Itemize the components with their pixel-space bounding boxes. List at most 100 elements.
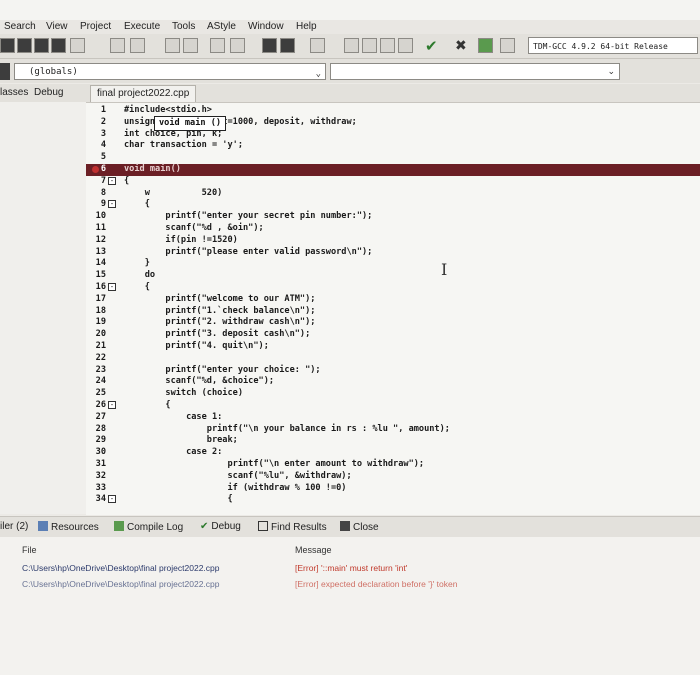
fold-toggle-icon[interactable]: -: [108, 176, 116, 185]
fold-toggle-icon[interactable]: -: [108, 495, 116, 504]
line-number: 30: [95, 447, 106, 458]
code-text: printf("welcome to our ATM");: [124, 293, 316, 304]
toggle-comment-icon[interactable]: [310, 38, 325, 53]
code-line[interactable]: 17 printf("welcome to our ATM");: [86, 294, 700, 306]
tab-final-project[interactable]: final project2022.cpp: [90, 85, 197, 102]
menu-tools[interactable]: Tools: [172, 21, 195, 32]
indent-icon[interactable]: [210, 38, 225, 53]
unindent-icon[interactable]: [230, 38, 245, 53]
rebuild-icon[interactable]: [398, 38, 413, 53]
code-line[interactable]: 10 printf("enter your secret pin number:…: [86, 211, 700, 223]
code-text: {: [124, 400, 171, 410]
tab-debug[interactable]: Debug: [34, 87, 63, 98]
compile-icon[interactable]: [344, 38, 359, 53]
code-line[interactable]: 7-{: [86, 176, 700, 188]
code-line[interactable]: 9- {: [86, 199, 700, 211]
tab-find-results[interactable]: Find Results: [258, 521, 327, 533]
close-panel-button[interactable]: Close: [340, 521, 379, 533]
code-editor[interactable]: 1 #include<stdio.h> 2 unsigned long amount=…: [86, 103, 700, 515]
compiler-messages: File Message C:\Users\hp\OneDrive\Deskto…: [0, 537, 700, 675]
error-message-2[interactable]: [Error] expected declaration before '}' …: [295, 579, 457, 589]
error-message-1[interactable]: [Error] '::main' must return 'int': [295, 563, 407, 573]
code-text: char transaction = 'y';: [124, 140, 243, 151]
code-line[interactable]: 27 case 1:: [86, 412, 700, 424]
stop-icon[interactable]: ✖: [455, 37, 467, 54]
code-line[interactable]: 26- {: [86, 400, 700, 412]
code-text: printf("2. withdraw cash\n");: [124, 317, 316, 328]
code-text: printf("enter your secret pin number:");: [124, 211, 373, 222]
tab-resources[interactable]: Resources: [38, 521, 99, 533]
code-line[interactable]: 5: [86, 152, 700, 164]
line-number: 28: [95, 423, 106, 434]
code-line[interactable]: 13 printf("please enter valid password\n…: [86, 247, 700, 259]
code-line[interactable]: 28 printf("\n your balance in rs : %lu "…: [86, 424, 700, 436]
code-line[interactable]: 14 }: [86, 258, 700, 270]
tab-compiler[interactable]: iler (2): [0, 521, 28, 532]
code-line[interactable]: 11 scanf("%d , &oin");: [86, 223, 700, 235]
error-file-1[interactable]: C:\Users\hp\OneDrive\Desktop\final proje…: [22, 563, 219, 573]
replace-icon[interactable]: [183, 38, 198, 53]
code-line[interactable]: 6 void main(): [86, 164, 700, 176]
redo-icon[interactable]: [130, 38, 145, 53]
check-icon[interactable]: ✔: [425, 37, 438, 55]
bookmark-icon[interactable]: [262, 38, 277, 53]
error-file-2[interactable]: C:\Users\hp\OneDrive\Desktop\final proje…: [22, 579, 219, 589]
code-line[interactable]: 25 switch (choice): [86, 388, 700, 400]
code-line[interactable]: 30 case 2:: [86, 447, 700, 459]
code-line[interactable]: 33 if (withdraw % 100 !=0): [86, 483, 700, 495]
find-icon[interactable]: [165, 38, 180, 53]
menu-view[interactable]: View: [46, 21, 68, 32]
code-line[interactable]: 4 char transaction = 'y';: [86, 140, 700, 152]
code-line[interactable]: 12 if(pin !=1520): [86, 235, 700, 247]
menu-search[interactable]: Search: [4, 21, 36, 32]
menu-execute[interactable]: Execute: [124, 21, 160, 32]
compile-run-icon[interactable]: [380, 38, 395, 53]
function-select[interactable]: ⌄: [330, 63, 620, 80]
scope-select[interactable]: (globals) ⌄: [14, 63, 326, 80]
code-line[interactable]: 32 scanf("%lu", &withdraw);: [86, 471, 700, 483]
line-number: 2: [100, 116, 106, 127]
code-line[interactable]: 20 printf("3. deposit cash\n");: [86, 329, 700, 341]
tab-compile-log[interactable]: Compile Log: [114, 521, 183, 533]
undo-icon[interactable]: [110, 38, 125, 53]
code-text: w 520): [124, 187, 223, 198]
code-line[interactable]: 29 break;: [86, 435, 700, 447]
goto-bookmark-icon[interactable]: [280, 38, 295, 53]
code-line[interactable]: 34- {: [86, 494, 700, 506]
code-line[interactable]: 18 printf("1.`check balance\n");: [86, 306, 700, 318]
chart-icon[interactable]: [478, 38, 493, 53]
code-text: switch (choice): [124, 388, 243, 399]
line-number: 16: [95, 282, 106, 292]
tab-classes[interactable]: lasses: [0, 87, 28, 98]
code-line[interactable]: 21 printf("4. quit\n");: [86, 341, 700, 353]
save-icon[interactable]: [34, 38, 49, 53]
code-text: printf("1.`check balance\n");: [124, 305, 316, 316]
code-text: break;: [124, 435, 238, 446]
line-number: 14: [95, 258, 106, 269]
code-line[interactable]: 24 scanf("%d, &choice");: [86, 376, 700, 388]
breakpoint-icon[interactable]: [92, 166, 99, 173]
menu-project[interactable]: Project: [80, 21, 111, 32]
tab-debug-output[interactable]: ✔ Debug: [200, 521, 241, 532]
code-line[interactable]: 31 printf("\n enter amount to withdraw")…: [86, 459, 700, 471]
code-line[interactable]: 19 printf("2. withdraw cash\n");: [86, 317, 700, 329]
menu-astyle[interactable]: AStyle: [207, 21, 236, 32]
menu-window[interactable]: Window: [248, 21, 284, 32]
code-line[interactable]: 23 printf("enter your choice: ");: [86, 365, 700, 377]
compiler-select[interactable]: TDM-GCC 4.9.2 64-bit Release: [528, 37, 698, 54]
menu-help[interactable]: Help: [296, 21, 317, 32]
code-line[interactable]: 8 w 520): [86, 188, 700, 200]
code-line[interactable]: 22: [86, 353, 700, 365]
print-icon[interactable]: [70, 38, 85, 53]
fold-toggle-icon[interactable]: -: [108, 401, 116, 409]
fold-toggle-icon[interactable]: -: [108, 283, 116, 291]
code-line[interactable]: 15 do: [86, 270, 700, 282]
new-file-icon[interactable]: [0, 38, 15, 53]
debug-icon[interactable]: [500, 38, 515, 53]
open-file-icon[interactable]: [17, 38, 32, 53]
save-all-icon[interactable]: [51, 38, 66, 53]
code-line[interactable]: 16- {: [86, 282, 700, 294]
panel-toggle-icon[interactable]: [0, 63, 10, 80]
fold-toggle-icon[interactable]: -: [108, 200, 116, 209]
run-icon[interactable]: [362, 38, 377, 53]
